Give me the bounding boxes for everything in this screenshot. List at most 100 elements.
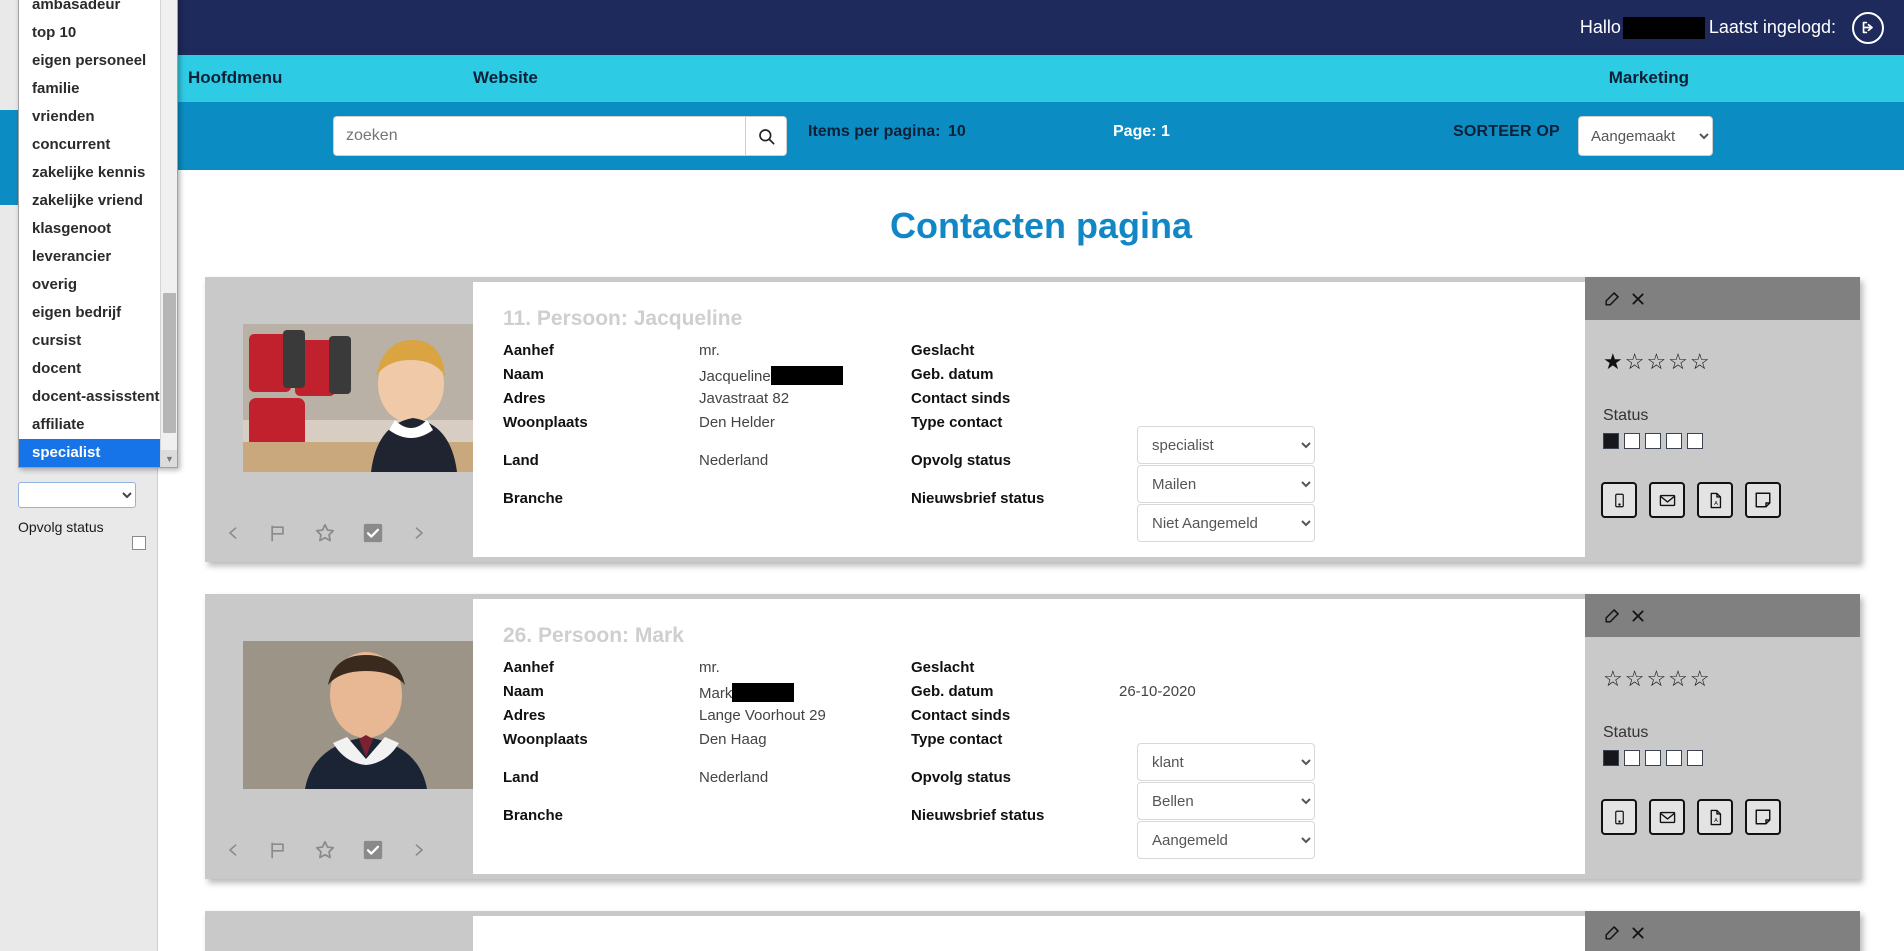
status-boxes [1603,750,1703,766]
label-adres: Adres [503,707,546,724]
svg-text:A: A [1714,817,1718,823]
edit-pencil-icon[interactable] [1603,606,1622,625]
chevron-left-icon[interactable] [225,522,242,544]
status-box[interactable] [1666,750,1682,766]
status-box[interactable] [1645,750,1661,766]
status-box[interactable] [1666,433,1682,449]
dropdown-option[interactable]: zakelijke kennis [19,159,160,187]
star-outline-icon[interactable] [314,522,336,544]
nieuwsbrief-status-select[interactable]: Niet Aangemeld [1137,504,1315,542]
nav-item-marketing[interactable]: Marketing [1609,68,1689,88]
status-box[interactable] [1687,433,1703,449]
dropdown-option[interactable]: overig [19,271,160,299]
pdf-document-icon[interactable]: A [1697,482,1733,518]
rating-stars[interactable]: ☆☆☆☆☆ [1603,666,1712,692]
nav-item-website[interactable]: Website [473,68,538,88]
checkbox-checked-icon[interactable] [362,522,384,544]
opvolg-status-select[interactable]: Bellen [1137,782,1315,820]
envelope-icon[interactable] [1649,482,1685,518]
type-contact-select[interactable]: klant [1137,743,1315,781]
side-panel-actions [1585,594,1860,637]
checkbox-checked-icon[interactable] [362,839,384,861]
label-type-contact: Type contact [911,414,1003,431]
status-label: Status [1603,407,1649,424]
dropdown-option[interactable]: cursist [19,327,160,355]
status-box[interactable] [1603,433,1619,449]
sort-select[interactable]: Aangemaakt [1578,116,1713,156]
dropdown-option[interactable]: leverancier [19,243,160,271]
label-geslacht: Geslacht [911,659,975,676]
close-x-icon[interactable] [1630,925,1646,941]
dropdown-option[interactable]: concurrent [19,131,160,159]
close-x-icon[interactable] [1630,608,1646,624]
label-land: Land [503,452,539,469]
secondary-filter-select[interactable] [18,482,136,508]
opvolg-status-select[interactable]: Mailen [1137,465,1315,503]
dropdown-option[interactable]: ambasadeur [19,0,160,19]
status-box[interactable] [1624,433,1640,449]
label-geb-datum: Geb. datum [911,683,994,700]
status-box[interactable] [1687,750,1703,766]
scrollbar-thumb[interactable] [163,293,176,433]
contact-photo [243,641,490,789]
dropdown-option[interactable]: docent-assisstent [19,383,160,411]
contact-details: 11. Persoon: Jacqueline Aanhef mr. Gesla… [473,282,1585,557]
opvolg-status-checkbox[interactable] [132,536,146,550]
search-icon[interactable] [745,116,787,156]
search-input[interactable] [333,116,745,156]
value-geb-datum: 26-10-2020 [1119,683,1196,700]
envelope-icon[interactable] [1649,799,1685,835]
dropdown-option[interactable]: affiliate [19,411,160,439]
field-row: Branche Nieuwsbrief status [503,807,1585,831]
status-box[interactable] [1645,433,1661,449]
top-bar: Hallo Laatst ingelogd: [178,0,1904,55]
rating-stars[interactable]: ★☆☆☆☆ [1603,349,1712,375]
chevron-right-icon[interactable] [410,839,427,861]
contact-side-panel [1585,911,1860,951]
status-box[interactable] [1624,750,1640,766]
dropdown-option[interactable]: docent [19,355,160,383]
dropdown-option[interactable]: eigen bedrijf [19,299,160,327]
edit-pencil-icon[interactable] [1603,923,1622,942]
chevron-left-icon[interactable] [225,839,242,861]
label-opvolg-status: Opvolg status [911,452,1012,469]
dropdown-option[interactable]: zakelijke vriend [19,187,160,215]
type-contact-select[interactable]: specialist [1137,426,1315,464]
filter-toolbar: Items per pagina: 10 Page: 1 SORTEER OP … [178,102,1904,170]
mobile-phone-icon[interactable] [1601,799,1637,835]
chevron-right-icon[interactable] [410,522,427,544]
pdf-document-icon[interactable]: A [1697,799,1733,835]
value-aanhef: mr. [699,659,720,676]
search-group [333,116,787,156]
flag-icon[interactable] [268,522,288,544]
status-box[interactable] [1603,750,1619,766]
contact-action-buttons: A [1601,799,1781,835]
dropdown-option-selected[interactable]: specialist [19,439,160,467]
dropdown-option[interactable]: familie [19,75,160,103]
dropdown-option[interactable]: eigen personeel [19,47,160,75]
field-grid: Aanhef mr. Geslacht Naam Mark Geb. datum… [503,659,1585,831]
nav-item-hoofdmenu[interactable]: Hoofdmenu [188,68,282,88]
dropdown-scrollbar[interactable]: ▼ [160,0,177,467]
note-icon[interactable] [1745,799,1781,835]
contact-photo [243,324,490,472]
flag-icon[interactable] [268,839,288,861]
dropdown-option[interactable]: vrienden [19,103,160,131]
contacts-page: Hallo Laatst ingelogd: Hoofdmenu Website… [0,0,1904,951]
logout-icon[interactable] [1852,11,1884,44]
contact-selects: specialist Mailen Niet Aangemeld [1137,426,1315,543]
mobile-phone-icon[interactable] [1601,482,1637,518]
dropdown-option[interactable]: klasgenoot [19,215,160,243]
contact-card: 26. Persoon: Mark Aanhef mr. Geslacht Na… [205,594,1860,879]
dropdown-option[interactable]: top 10 [19,19,160,47]
star-outline-icon[interactable] [314,839,336,861]
naam-redacted [770,366,843,385]
type-contact-dropdown-open[interactable]: ambasadeur top 10 eigen personeel famili… [18,0,178,468]
close-x-icon[interactable] [1630,291,1646,307]
value-land: Nederland [699,452,769,469]
greeting-label: Hallo [1579,17,1621,37]
nieuwsbrief-status-select[interactable]: Aangemeld [1137,821,1315,859]
note-icon[interactable] [1745,482,1781,518]
edit-pencil-icon[interactable] [1603,289,1622,308]
scroll-down-arrow-icon[interactable]: ▼ [161,450,177,467]
